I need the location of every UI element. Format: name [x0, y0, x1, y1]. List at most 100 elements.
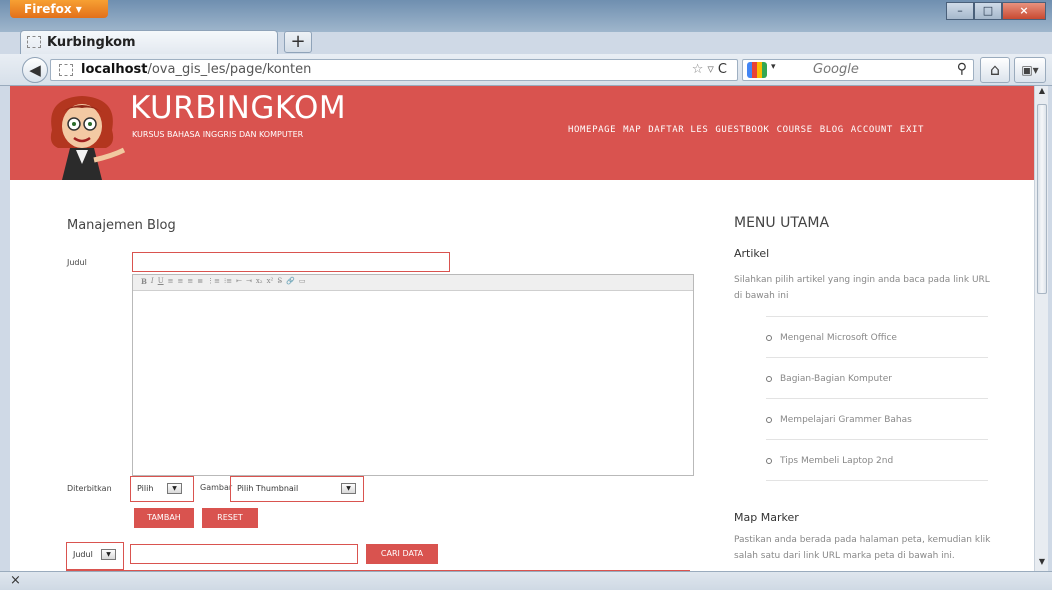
navigation-toolbar: ◀ localhost/ova_gis_les/page/konten ☆▿C …: [0, 54, 1052, 86]
new-tab-button[interactable]: +: [284, 31, 312, 53]
url-bar[interactable]: localhost/ova_gis_les/page/konten ☆▿C: [50, 59, 738, 81]
reload-icon[interactable]: C: [718, 62, 731, 77]
nav-account[interactable]: ACCOUNT: [851, 125, 893, 135]
nav-daftar-les[interactable]: DAFTAR LES: [648, 125, 708, 135]
search-field-select[interactable]: Judul ▼: [69, 547, 121, 563]
sidebar-title: MENU UTAMA: [734, 215, 830, 231]
list-item[interactable]: Mengenal Microsoft Office: [766, 317, 988, 358]
strikethrough-icon[interactable]: S̶: [277, 277, 282, 290]
chevron-down-icon[interactable]: ▼: [341, 483, 356, 494]
artikel-heading: Artikel: [734, 247, 770, 260]
window-controls: – □ ×: [946, 2, 1046, 20]
firefox-menu-button[interactable]: Firefox ▾: [10, 0, 108, 18]
home-button[interactable]: ⌂: [980, 57, 1010, 83]
judul-input[interactable]: [132, 252, 450, 272]
tambah-button[interactable]: TAMBAH: [134, 508, 194, 528]
image-icon[interactable]: ▭: [299, 277, 306, 290]
underline-icon[interactable]: U: [158, 277, 164, 290]
diterbitkan-select[interactable]: Pilih ▼: [133, 481, 191, 497]
gambar-group: Pilih Thumbnail ▼: [230, 476, 364, 502]
list-item[interactable]: Tips Membeli Laptop 2nd: [766, 440, 988, 481]
rich-text-editor[interactable]: B I U ≡ ≡ ≡ ≣ ⋮≡ ⁝≡ ⇤ ⇥ x₂ x² S̶ 🔗 ▭: [132, 274, 694, 476]
diterbitkan-selected: Pilih: [137, 484, 154, 493]
search-input[interactable]: [130, 544, 358, 564]
nav-exit[interactable]: EXIT: [900, 125, 924, 135]
minimize-button[interactable]: –: [946, 2, 974, 20]
reset-button[interactable]: RESET: [202, 508, 258, 528]
nav-homepage[interactable]: HOMEPAGE: [568, 125, 616, 135]
site-identity-icon: [59, 64, 73, 76]
unordered-list-icon[interactable]: ⁝≡: [224, 277, 232, 290]
italic-icon[interactable]: I: [151, 277, 154, 290]
tab-title: Kurbingkom: [47, 35, 136, 50]
gambar-selected: Pilih Thumbnail: [237, 484, 299, 493]
bullet-icon: [766, 375, 772, 382]
close-icon[interactable]: ×: [10, 573, 21, 588]
align-center-icon[interactable]: ≡: [177, 277, 183, 290]
bold-icon[interactable]: B: [141, 277, 147, 290]
scroll-down-icon[interactable]: ▼: [1035, 557, 1049, 571]
page-title: Manajemen Blog: [67, 218, 176, 233]
url-path: /ova_gis_les/page/konten: [147, 62, 312, 77]
main-navigation: HOMEPAGE MAP DAFTAR LES GUESTBOOK COURSE…: [568, 125, 924, 135]
map-marker-description: Pastikan anda berada pada halaman peta, …: [734, 535, 991, 561]
cari-data-button[interactable]: CARI DATA: [366, 544, 438, 564]
page-viewport: KURBINGKOM KURSUS BAHASA INGGRIS DAN KOM…: [10, 86, 1034, 571]
list-item[interactable]: Mempelajari Grammer Bahas: [766, 399, 988, 440]
chevron-down-icon[interactable]: ▾: [771, 62, 776, 72]
ordered-list-icon[interactable]: ⋮≡: [207, 277, 220, 290]
bookmarks-button[interactable]: ▣▾: [1014, 57, 1046, 83]
home-icon: ⌂: [989, 60, 1001, 79]
chevron-down-icon[interactable]: ▼: [167, 483, 182, 494]
search-placeholder: Google: [813, 62, 859, 77]
nav-map[interactable]: MAP: [623, 125, 641, 135]
link-icon[interactable]: 🔗: [286, 277, 295, 290]
maximize-button[interactable]: □: [974, 2, 1002, 20]
search-icon[interactable]: ⚲: [957, 61, 967, 77]
align-justify-icon[interactable]: ≣: [197, 277, 203, 290]
back-button[interactable]: ◀: [22, 57, 48, 83]
page-icon: [27, 36, 41, 48]
status-bar: ×: [0, 571, 1052, 590]
nav-guestbook[interactable]: GUESTBOOK: [715, 125, 769, 135]
bullet-icon: [766, 416, 772, 423]
nav-blog[interactable]: BLOG: [820, 125, 844, 135]
dropdown-icon[interactable]: ▿: [707, 62, 718, 77]
outdent-icon[interactable]: ⇤: [236, 277, 242, 290]
judul-label: Judul: [67, 258, 87, 267]
indent-icon[interactable]: ⇥: [246, 277, 252, 290]
artikel-description: Silahkan pilih artikel yang ingin anda b…: [734, 275, 990, 301]
align-left-icon[interactable]: ≡: [168, 277, 174, 290]
scrollbar-thumb[interactable]: [1037, 104, 1047, 294]
artikel-link[interactable]: Mempelajari Grammer Bahas: [780, 415, 912, 425]
tab-kurbingkom[interactable]: Kurbingkom: [20, 30, 278, 54]
chevron-down-icon[interactable]: ▼: [101, 549, 116, 560]
close-window-button[interactable]: ×: [1002, 2, 1046, 20]
artikel-link[interactable]: Bagian-Bagian Komputer: [780, 374, 892, 384]
bullet-icon: [766, 334, 772, 341]
site-title[interactable]: KURBINGKOM: [130, 90, 346, 126]
artikel-link[interactable]: Tips Membeli Laptop 2nd: [780, 456, 893, 466]
artikel-link[interactable]: Mengenal Microsoft Office: [780, 333, 897, 343]
artikel-list: Mengenal Microsoft Office Bagian-Bagian …: [766, 316, 988, 481]
site-tagline: KURSUS BAHASA INGGRIS DAN KOMPUTER: [132, 130, 304, 139]
scroll-up-icon[interactable]: ▲: [1035, 86, 1049, 100]
gambar-label: Gambar: [200, 483, 233, 492]
align-right-icon[interactable]: ≡: [187, 277, 193, 290]
diterbitkan-label: Diterbitkan: [67, 484, 112, 493]
site-header: KURBINGKOM KURSUS BAHASA INGGRIS DAN KOM…: [10, 86, 1034, 180]
editor-toolbar: B I U ≡ ≡ ≡ ≣ ⋮≡ ⁝≡ ⇤ ⇥ x₂ x² S̶ 🔗 ▭: [133, 275, 693, 291]
diterbitkan-group: Pilih ▼: [130, 476, 194, 502]
back-arrow-icon: ◀: [29, 61, 41, 79]
subscript-icon[interactable]: x₂: [256, 277, 263, 290]
list-item[interactable]: Bagian-Bagian Komputer: [766, 358, 988, 399]
gambar-select[interactable]: Pilih Thumbnail ▼: [233, 481, 361, 497]
search-field-group: Judul ▼: [66, 542, 124, 570]
nav-course[interactable]: COURSE: [777, 125, 813, 135]
vertical-scrollbar[interactable]: ▲ ▼: [1034, 86, 1048, 571]
search-field-selected: Judul: [73, 550, 93, 559]
superscript-icon[interactable]: x²: [267, 277, 274, 290]
google-icon[interactable]: [747, 62, 767, 78]
search-bar[interactable]: ▾ Google ⚲: [742, 59, 974, 81]
star-icon[interactable]: ☆: [692, 62, 708, 77]
